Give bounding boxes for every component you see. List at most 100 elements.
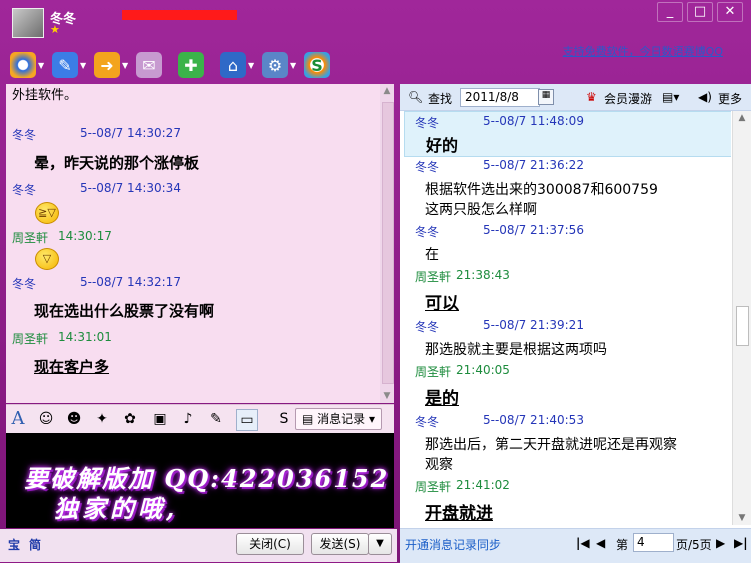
history-sender: 冬冬 — [415, 225, 440, 239]
video-button[interactable]: ▼ — [10, 50, 48, 80]
page-total-label: 页/5页 — [676, 538, 712, 552]
chat-window: 冬冬 ★ _ □ ✕ 支持免费软件，今日数语赛博QQ ▼ ✎ ▼ ➜ ▼ ✉ ✚ ⌂… — [0, 0, 751, 563]
music-icon[interactable]: ♪ — [178, 409, 198, 429]
scroll-down-icon[interactable]: ▼ — [733, 513, 751, 523]
message-input[interactable]: 要破解版加 QQ:422036152 独家的哦, — [6, 433, 394, 528]
font-icon[interactable]: A — [8, 409, 28, 429]
mail-icon: ✉ — [136, 52, 162, 78]
message-meta: 5--08/7 14:32:17 — [80, 275, 181, 289]
image-icon[interactable]: ▣ — [150, 409, 170, 429]
member-roaming-label[interactable]: 会员漫游 — [604, 90, 652, 107]
history-meta: 21:41:02 — [456, 478, 510, 492]
chat-message-area[interactable]: 外挂软件。 冬冬 5--08/7 14:30:27 晕，昨天说的那个涨停板 冬冬… — [6, 84, 394, 403]
redacted-signature — [122, 10, 237, 20]
level-star-icon: ★ — [50, 23, 60, 36]
input-toolbar: A ☺ ☻ ✦ ✿ ▣ ♪ ✎ ▭ S ▤ 消息记录 ▾ — [6, 404, 394, 433]
input-text-line2: 独家的哦, — [54, 494, 179, 523]
emoticon-icon[interactable]: ☺ — [36, 409, 56, 429]
file-transfer-icon: ➜ — [94, 52, 120, 78]
avatar[interactable] — [12, 8, 44, 38]
search-label[interactable]: 查找 — [428, 90, 452, 107]
scroll-thumb[interactable] — [736, 306, 749, 346]
history-text: 好的 — [426, 136, 459, 155]
history-text: 开盘就进 — [425, 504, 493, 524]
page-prefix-label: 第 — [616, 538, 629, 552]
scroll-down-icon[interactable]: ▼ — [380, 391, 394, 401]
soso-button[interactable]: S — [304, 50, 342, 80]
member-icon: ♛ — [586, 90, 597, 104]
history-sender: 周圣軒 — [415, 480, 452, 494]
chat-scrollbar[interactable]: ▲ ▼ — [380, 84, 394, 403]
history-meta: 21:38:43 — [456, 268, 510, 282]
page-number-input[interactable]: 4 — [633, 533, 674, 552]
next-page-icon[interactable]: ▶ — [716, 536, 725, 550]
quick-reply-link[interactable]: 宝 — [8, 536, 20, 553]
video-icon — [10, 52, 36, 78]
history-sender: 周圣軒 — [415, 365, 452, 379]
message-sender: 周圣軒 — [12, 332, 49, 346]
message-sender: 冬冬 — [12, 277, 37, 291]
date-field[interactable]: 2011/8/8 — [460, 88, 540, 107]
chevron-down-icon[interactable]: ▼ — [80, 61, 86, 70]
message-sender: 周圣軒 — [12, 231, 49, 245]
export-icon[interactable]: ▤▾ — [662, 90, 679, 104]
remote-assist-button[interactable]: ⌂ ▼ — [220, 50, 258, 80]
scrawl-icon[interactable]: ✎ — [206, 409, 226, 429]
magic-emoticon-icon[interactable]: ☻ — [64, 409, 84, 429]
chevron-down-icon[interactable]: ▼ — [122, 61, 128, 70]
promo-link[interactable]: 支持免费软件，今日数语赛博QQ — [563, 43, 723, 59]
chevron-down-icon: ▾ — [368, 412, 375, 426]
add-app-button[interactable]: ✚ — [178, 50, 216, 80]
history-sender: 冬冬 — [415, 160, 440, 174]
history-text: 那选出后，第二天开盘就进呢还是再观察 — [425, 437, 677, 453]
search-icon[interactable]: 🔍︎ — [408, 90, 423, 104]
close-window-button[interactable]: ✕ — [717, 2, 743, 22]
history-meta: 21:40:05 — [456, 363, 510, 377]
first-page-icon[interactable]: |◀ — [576, 536, 590, 550]
simplified-link[interactable]: 简 — [29, 536, 41, 553]
chevron-down-icon[interactable]: ▼ — [38, 61, 44, 70]
grin-emoji-icon: ▽ — [35, 248, 59, 270]
last-page-icon[interactable]: ▶| — [734, 536, 748, 550]
mail-button[interactable]: ✉ — [136, 50, 174, 80]
voice-button[interactable]: ✎ ▼ — [52, 50, 90, 80]
soso-small-icon[interactable]: S — [274, 409, 294, 429]
history-list[interactable]: 冬冬 5--08/7 11:48:09 好的 冬冬 5--08/7 21:36:… — [400, 111, 731, 525]
send-options-button[interactable]: ▼ — [368, 533, 392, 555]
history-text: 那选股就主要是根据这两项吗 — [425, 342, 607, 358]
scroll-up-icon[interactable]: ▲ — [380, 86, 394, 96]
settings-button[interactable]: ⚙ ▼ — [262, 50, 300, 80]
add-app-icon: ✚ — [178, 52, 204, 78]
message-sender: 冬冬 — [12, 128, 37, 142]
history-bottom-bar: 开通消息记录同步 |◀ ◀ 第 4 页/5页 ▶ ▶| — [400, 528, 751, 563]
message-meta: 14:31:01 — [58, 330, 112, 344]
chevron-down-icon[interactable]: ▼ — [248, 61, 254, 70]
history-sender: 周圣軒 — [415, 270, 452, 284]
history-text: 这两只股怎么样啊 — [425, 202, 537, 218]
speaker-icon[interactable]: ◀︎) — [698, 90, 712, 104]
calendar-icon[interactable]: ▦ — [538, 89, 554, 105]
history-text: 在 — [425, 247, 439, 263]
send-button[interactable]: 发送(S) — [311, 533, 369, 555]
history-meta: 5--08/7 21:39:21 — [483, 318, 584, 332]
input-bottom-bar: 宝 简 关闭(C) 发送(S) ▼ — [0, 529, 397, 562]
scroll-thumb[interactable] — [382, 102, 394, 384]
history-text: 是的 — [425, 389, 459, 409]
scroll-up-icon[interactable]: ▲ — [733, 113, 751, 123]
message-meta: 5--08/7 14:30:34 — [80, 181, 181, 195]
prev-page-icon[interactable]: ◀ — [596, 536, 605, 550]
shake-icon[interactable]: ✦ — [92, 409, 112, 429]
history-text: 可以 — [425, 294, 459, 314]
close-button[interactable]: 关闭(C) — [236, 533, 304, 555]
file-transfer-button[interactable]: ➜ ▼ — [94, 50, 132, 80]
minimize-button[interactable]: _ — [657, 2, 683, 22]
message-record-label: 消息记录 — [317, 412, 366, 426]
maximize-button[interactable]: □ — [687, 2, 713, 22]
enable-sync-link[interactable]: 开通消息记录同步 — [405, 536, 501, 553]
screenshot-icon[interactable]: ▭ — [236, 409, 258, 431]
chevron-down-icon[interactable]: ▼ — [290, 61, 296, 70]
more-label[interactable]: 更多 — [718, 90, 742, 107]
message-record-button[interactable]: ▤ 消息记录 ▾ — [294, 408, 382, 430]
history-scrollbar[interactable]: ▲ ▼ — [732, 111, 751, 525]
gift-icon[interactable]: ✿ — [120, 409, 140, 429]
